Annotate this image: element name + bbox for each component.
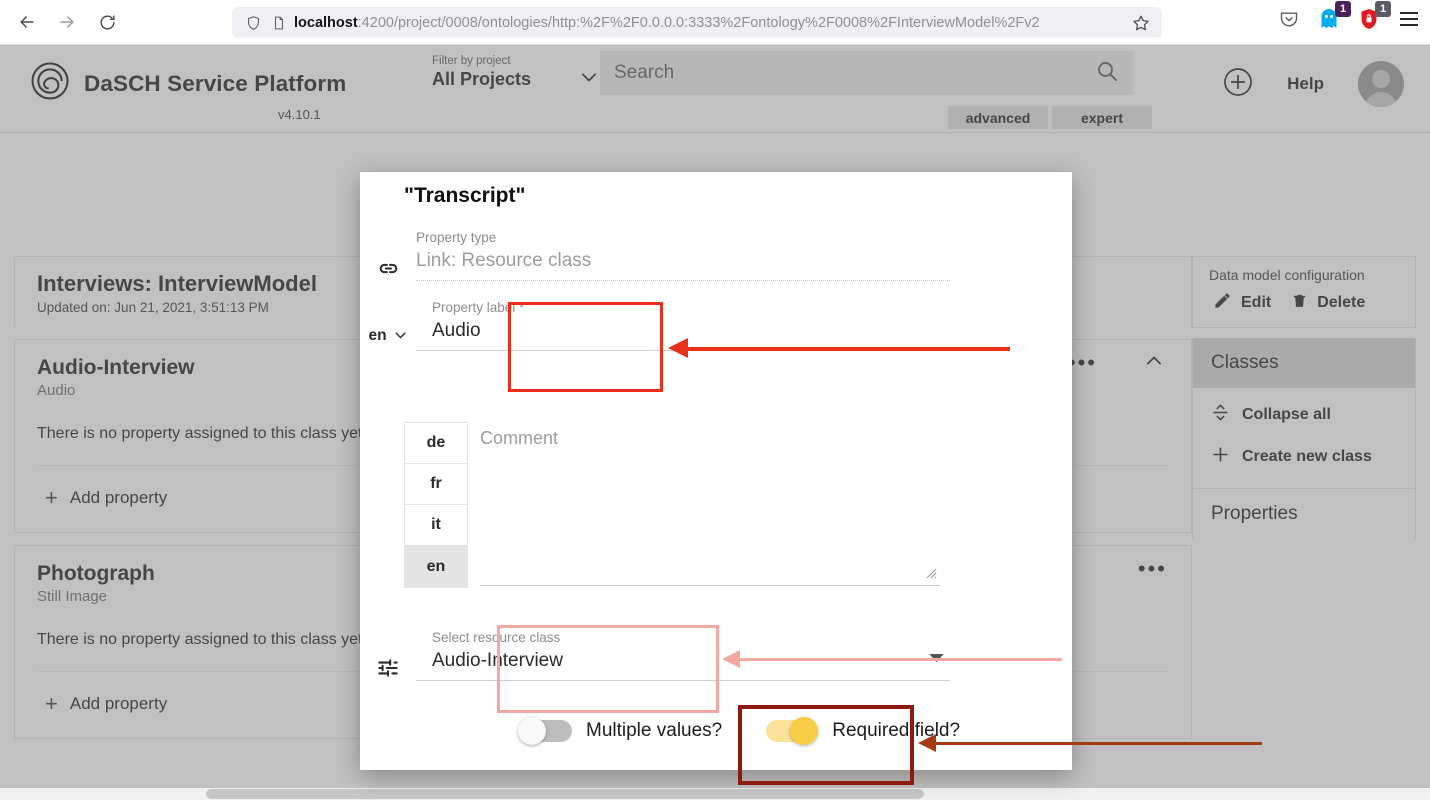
browser-nav-buttons — [0, 5, 124, 39]
url-host: localhost — [294, 15, 358, 31]
comment-language-de[interactable]: de — [405, 423, 467, 464]
comment-language-fr[interactable]: fr — [405, 464, 467, 505]
required-field-toggle[interactable]: Required field? — [766, 720, 960, 742]
chevron-down-icon — [393, 327, 408, 345]
bookmark-star-icon[interactable] — [1128, 14, 1154, 32]
ghost-extension-icon[interactable]: 1 — [1316, 4, 1342, 34]
property-label-language-select[interactable]: en — [360, 327, 416, 351]
scrollbar-thumb[interactable] — [206, 789, 924, 799]
url-text[interactable]: localhost:4200/project/0008/ontologies/h… — [294, 15, 1128, 31]
shield-extension-badge: 1 — [1375, 1, 1391, 17]
resource-class-value[interactable]: Audio-Interview — [432, 650, 950, 672]
comment-language-list: de fr it en — [404, 422, 468, 588]
back-arrow-icon[interactable] — [10, 5, 44, 39]
property-type-value: Link: Resource class — [416, 250, 950, 272]
dialog-toggles: Multiple values? Required field? — [520, 720, 960, 742]
comment-language-it[interactable]: it — [405, 505, 467, 546]
reload-icon[interactable] — [90, 5, 124, 39]
property-dialog: "Transcript" Property type Link: Resourc… — [360, 172, 1072, 770]
resource-class-label: Select resource class — [432, 630, 950, 645]
comment-placeholder: Comment — [480, 422, 940, 449]
browser-toolbar: localhost:4200/project/0008/ontologies/h… — [0, 0, 1430, 45]
dialog-title: "Transcript" — [360, 172, 1072, 208]
multiple-values-toggle[interactable]: Multiple values? — [520, 720, 722, 742]
required-field-switch[interactable] — [766, 720, 818, 742]
ghost-extension-badge: 1 — [1335, 1, 1351, 17]
shield-extension-icon[interactable]: 1 — [1356, 4, 1382, 34]
comment-field: de fr it en Comment — [404, 422, 940, 588]
language-code: en — [368, 327, 386, 345]
dropdown-caret-icon[interactable] — [929, 650, 944, 668]
multiple-values-switch[interactable] — [520, 720, 572, 742]
required-field-label: Required field? — [832, 720, 960, 742]
tune-sliders-icon — [360, 655, 416, 681]
comment-language-en[interactable]: en — [405, 546, 467, 587]
property-type-field[interactable]: Property type Link: Resource class — [360, 230, 1072, 281]
property-label-field[interactable]: en Property label * Audio — [360, 300, 1072, 351]
tracking-protection-shield-icon[interactable] — [240, 15, 266, 31]
address-bar[interactable]: localhost:4200/project/0008/ontologies/h… — [232, 7, 1162, 38]
url-path: :4200/project/0008/ontologies/http:%2F%2… — [358, 15, 1040, 31]
property-label-caption: Property label * — [432, 300, 950, 315]
link-icon — [360, 256, 416, 281]
page-info-icon[interactable] — [266, 15, 292, 31]
horizontal-scrollbar[interactable] — [0, 788, 1430, 800]
resize-handle-icon[interactable] — [923, 565, 937, 579]
app-menu-icon[interactable] — [1396, 4, 1422, 34]
resource-class-field[interactable]: Select resource class Audio-Interview — [360, 630, 1072, 681]
comment-textarea[interactable]: Comment — [480, 422, 940, 586]
property-label-input[interactable]: Audio — [432, 320, 950, 342]
save-to-pocket-icon[interactable] — [1276, 4, 1302, 34]
property-type-label: Property type — [416, 230, 950, 245]
browser-extensions-area: 1 1 — [1276, 4, 1422, 34]
forward-arrow-icon[interactable] — [50, 5, 84, 39]
multiple-values-label: Multiple values? — [586, 720, 722, 742]
